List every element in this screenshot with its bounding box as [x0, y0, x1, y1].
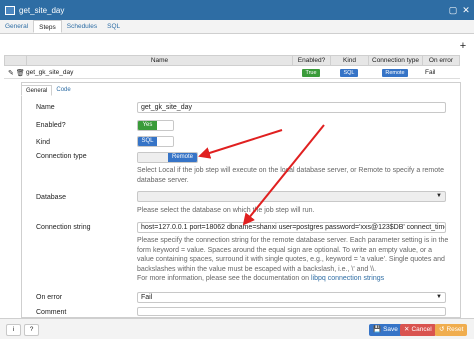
close-icon: ✕ — [404, 326, 410, 333]
dialog-footer: i ? 💾 Save ✕ Cancel ↺ Reset — [0, 318, 474, 339]
info-icon: i — [12, 326, 15, 333]
cancel-button[interactable]: ✕ Cancel — [400, 324, 436, 336]
save-button[interactable]: 💾 Save — [369, 324, 402, 336]
help-icon: ? — [29, 326, 34, 333]
info-button[interactable]: i — [6, 324, 21, 336]
reset-button[interactable]: ↺ Reset — [435, 324, 468, 336]
annotation-arrow-remote — [198, 129, 283, 159]
annotation-arrows — [198, 124, 325, 226]
reset-icon: ↺ — [439, 326, 445, 333]
help-button[interactable]: ? — [24, 324, 39, 336]
save-icon: 💾 — [373, 326, 382, 333]
annotation-arrow-connstring — [242, 124, 325, 226]
